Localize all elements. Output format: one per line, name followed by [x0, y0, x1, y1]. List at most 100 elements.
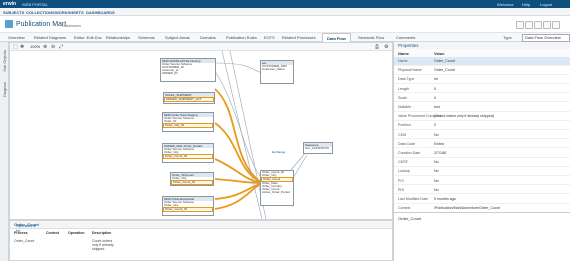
- share-icon[interactable]: [525, 21, 533, 29]
- properties-panel: Properties Name Value Name Order_Count Phy…: [393, 42, 570, 262]
- property-row[interactable]: Nullable true: [394, 103, 570, 112]
- property-value: No: [434, 160, 439, 165]
- nav-collections[interactable]: COLLECTIONS: [26, 10, 55, 15]
- print-canvas-icon[interactable]: ⎙: [375, 44, 379, 50]
- property-row[interactable]: Lookup No: [394, 167, 570, 177]
- help-link[interactable]: Help: [522, 2, 530, 7]
- tab-publication-rules[interactable]: Publication Rules: [226, 35, 257, 40]
- property-value: No: [434, 178, 439, 183]
- property-name: Physical Name: [398, 68, 422, 73]
- node-order-source[interactable]: MDR.Order Data Staging Order Source Sche…: [162, 112, 214, 132]
- logout-link[interactable]: Logout: [540, 2, 552, 7]
- property-row[interactable]: Value Processed Comment (Count orders onl…: [394, 112, 570, 121]
- property-row[interactable]: CDRF No: [394, 158, 570, 167]
- zoom-level[interactable]: 100%: [30, 44, 40, 49]
- tab-bar: Overview Related Diagrams Editor: Edit D…: [0, 33, 570, 45]
- property-row[interactable]: PHI No: [394, 186, 570, 195]
- settings-icon[interactable]: ⚙: [384, 44, 388, 50]
- tab-relationships[interactable]: Relationships: [106, 35, 130, 40]
- property-row[interactable]: Position 0: [394, 121, 570, 131]
- tab-comments[interactable]: Comments: [396, 35, 415, 40]
- node-seq[interactable]: Sequence ALL_CONDITION: [303, 142, 333, 154]
- property-value: (Count orders only if already shipped): [434, 114, 494, 119]
- row-process[interactable]: Order_Count: [14, 239, 34, 243]
- diagram-tab[interactable]: Diagram: [2, 82, 7, 97]
- left-side-strip: Sub Objects Diagram: [0, 42, 9, 261]
- select-icon[interactable]: ⬚: [13, 44, 18, 50]
- value-editor[interactable]: Order_Count: [394, 212, 570, 262]
- tab-related-diagrams[interactable]: Related Diagrams: [34, 35, 66, 40]
- property-value: 0: [434, 86, 436, 91]
- erwin-logo: erwin: [3, 1, 17, 7]
- property-name: Lookup: [398, 169, 410, 174]
- tab-schemas[interactable]: Schemas: [138, 35, 155, 40]
- zoom-out-icon[interactable]: ⊖: [51, 44, 55, 50]
- property-value: true: [434, 105, 441, 109]
- operations-panel: Operations for Order_Count Process Conte…: [9, 220, 393, 261]
- property-value: 0: [434, 123, 436, 128]
- property-row[interactable]: PCI No: [394, 177, 570, 186]
- tab-domains[interactable]: Domains: [200, 35, 216, 40]
- col-process: Process: [14, 231, 28, 235]
- node-order-ship[interactable]: Order_Shipment Order_City Order_Count_ID: [170, 172, 214, 186]
- property-value: 2/7/188: [434, 151, 446, 155]
- property-row[interactable]: Name Order_Count: [394, 57, 570, 66]
- nav-dashboards[interactable]: DASHBOARDS: [86, 10, 115, 15]
- nav-subjects[interactable]: SUBJECTS: [3, 10, 24, 15]
- property-name: Data Code: [398, 141, 416, 146]
- prop-col-value: Value: [434, 51, 445, 56]
- property-row[interactable]: Scale 0: [394, 94, 570, 103]
- tab-subject-areas[interactable]: Subject Areas: [165, 35, 190, 40]
- property-name: Position: [398, 123, 411, 128]
- property-name: Context: [398, 206, 411, 211]
- canvas-toolbar: ⬚ ✥ 100% ⊕ ⊖ ⤢ ⎙ ⚙: [10, 43, 392, 51]
- node-target-top[interactable]: ww CUSTOMER_SRC Customer_Name: [260, 60, 294, 84]
- exchange-label: Exchange: [272, 150, 286, 154]
- property-value: int: [434, 77, 438, 82]
- tab-editor[interactable]: Editor: Edit Doc: [74, 35, 102, 40]
- tab-related-processes[interactable]: Related Processes: [282, 35, 316, 40]
- main-nav: SUBJECTS COLLECTIONS WORKSHEETS DASHBOAR…: [0, 8, 570, 16]
- property-row[interactable]: Data Code Exited: [394, 140, 570, 149]
- more-icon[interactable]: [552, 21, 560, 29]
- property-value: Order_Count: [434, 59, 455, 63]
- print-icon[interactable]: [534, 21, 542, 29]
- property-value: 0: [434, 95, 436, 100]
- property-row[interactable]: CDM No: [394, 131, 570, 140]
- database-icon: [5, 20, 13, 28]
- top-bar: erwin WEB PORTAL Welcome Help Logout: [0, 0, 570, 8]
- property-row[interactable]: Data Type int: [394, 75, 570, 85]
- node-target[interactable]: Order_Count_ID Order_City Order_Count Or…: [260, 170, 294, 206]
- sub-objects-tab[interactable]: Sub Objects: [2, 50, 7, 72]
- tab-ecfs[interactable]: ECFS: [264, 35, 275, 40]
- property-name: Name: [398, 59, 408, 63]
- operations-header: Operations for Order_Count: [10, 221, 392, 233]
- node-order-main[interactable]: ORDER_Main.Order_Details Order Source Sc…: [162, 143, 214, 163]
- property-row[interactable]: Creation Date 2/7/188: [394, 149, 570, 158]
- property-value: /Publication/Mart/Adventure/Order_Count: [434, 206, 500, 211]
- col-description: Description: [92, 231, 112, 235]
- property-name: Scale: [398, 95, 407, 100]
- edit-icon[interactable]: [543, 21, 551, 29]
- prop-col-name: Name: [398, 51, 409, 56]
- tab-overview[interactable]: Overview: [8, 35, 25, 40]
- pan-icon[interactable]: ✥: [20, 44, 24, 50]
- property-row[interactable]: Last Modified Date 9 months ago: [394, 195, 570, 204]
- page-title: Publication Mart: [16, 21, 67, 28]
- zoom-in-icon[interactable]: ⊕: [43, 44, 47, 50]
- property-name: CDRF: [398, 160, 408, 165]
- node-sales[interactable]: SALES_SHIPMENT ORDER_SHIPMENT_ACT: [163, 92, 215, 104]
- property-row[interactable]: Length 0: [394, 85, 570, 94]
- property-row[interactable]: Physical Name Order_Count: [394, 66, 570, 75]
- type-select[interactable]: Data Flow Overview: [522, 34, 570, 42]
- node-pub[interactable]: MDR.PublicationDetail Order Source Schem…: [162, 196, 214, 216]
- nav-worksheets[interactable]: WORKSHEETS: [55, 10, 84, 15]
- property-name: Creation Date: [398, 151, 421, 155]
- col-operation: Operation: [68, 231, 85, 235]
- node-mdr[interactable]: MDR.WAREHOUSE.Flowlog Order Source Schem…: [160, 58, 216, 82]
- property-value: 9 months ago: [434, 197, 456, 201]
- tab-semantic-flow[interactable]: Semantic Flow: [358, 35, 384, 40]
- property-name: Nullable: [398, 105, 411, 109]
- star-icon[interactable]: [516, 21, 524, 29]
- fit-icon[interactable]: ⤢: [59, 44, 63, 50]
